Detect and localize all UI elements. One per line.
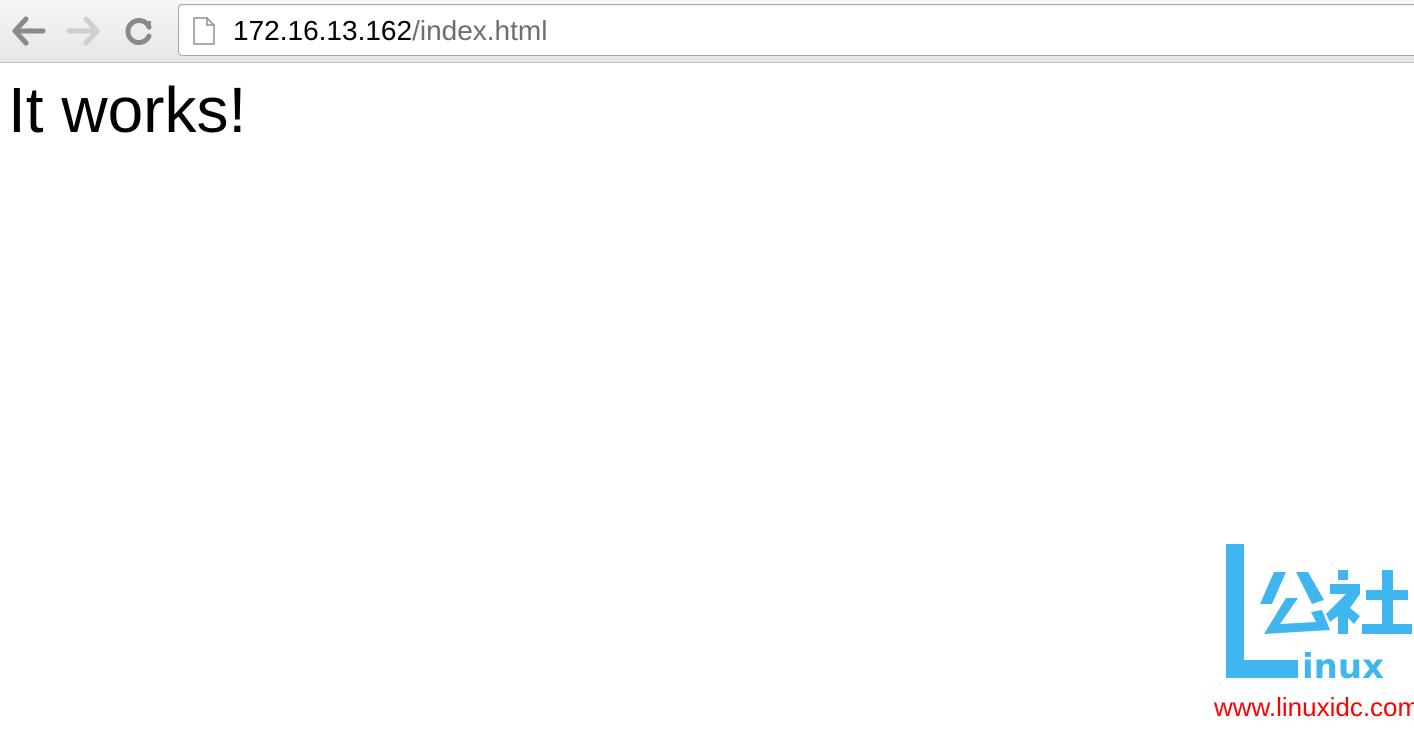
svg-text:inux: inux (1302, 647, 1384, 682)
url-path: /index.html (412, 15, 548, 46)
browser-toolbar: 172.16.13.162/index.html (0, 0, 1414, 63)
reload-button[interactable] (120, 12, 158, 50)
document-icon (193, 17, 215, 45)
url-host: 172.16.13.162 (233, 15, 413, 46)
watermark-url: www.linuxidc.com (1214, 692, 1414, 722)
page-content: It works! (0, 64, 1414, 734)
page-heading: It works! (8, 74, 247, 146)
linux-gongshe-logo: inux (1226, 544, 1412, 687)
arrow-right-icon (66, 16, 100, 46)
arrow-left-icon (12, 16, 46, 46)
reload-icon (125, 18, 152, 45)
forward-button[interactable] (64, 12, 102, 50)
back-button[interactable] (10, 12, 48, 50)
address-bar[interactable]: 172.16.13.162/index.html (178, 4, 1414, 56)
url-text: 172.16.13.162/index.html (233, 16, 547, 46)
watermark: inux www.linuxidc.com (1214, 542, 1414, 732)
